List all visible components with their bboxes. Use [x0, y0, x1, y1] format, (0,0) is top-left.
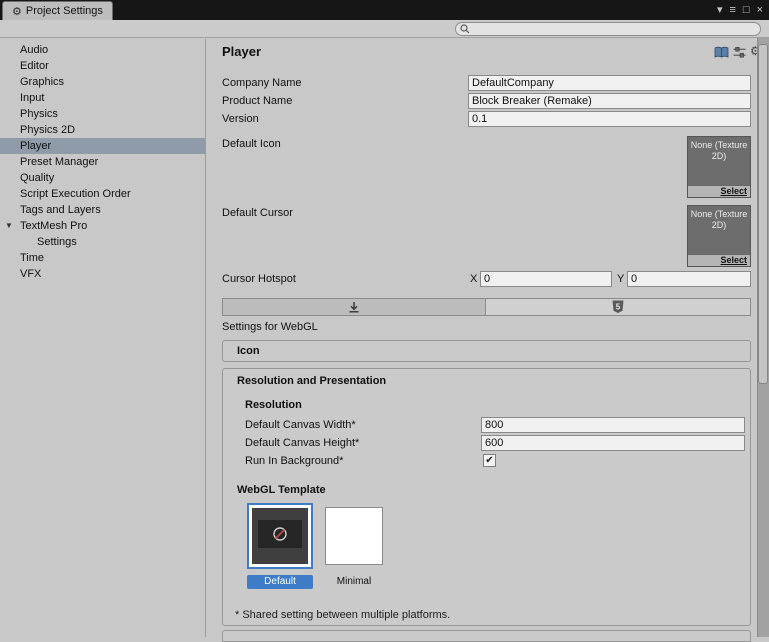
foldout-expanded-icon[interactable]: ▼: [5, 218, 13, 234]
sidebar-divider: [205, 39, 206, 637]
shared-setting-footnote: * Shared setting between multiple platfo…: [235, 609, 451, 621]
sidebar-item-label: TextMesh Pro: [20, 220, 88, 232]
icon-section-header[interactable]: Icon: [222, 340, 751, 362]
tab-label: Project Settings: [25, 5, 103, 17]
company-name-input[interactable]: [468, 75, 751, 91]
default-template-preview: [252, 508, 308, 564]
product-name-label: Product Name: [222, 95, 293, 107]
icon-section-title: Icon: [237, 345, 260, 357]
webgl-template-minimal-thumbnail[interactable]: [325, 507, 383, 565]
select-cursor-button[interactable]: Select: [688, 254, 750, 266]
window-menu-icon[interactable]: ≡: [729, 2, 735, 18]
platform-tab-download[interactable]: [222, 298, 486, 316]
webgl-template-title: WebGL Template: [237, 484, 326, 496]
settings-for-platform-label: Settings for WebGL: [222, 321, 318, 333]
default-icon-object-field[interactable]: None (Texture 2D) Select: [687, 136, 751, 198]
sidebar-item-editor[interactable]: Editor: [0, 58, 205, 74]
company-name-label: Company Name: [222, 77, 302, 89]
tab-project-settings[interactable]: ⚙ Project Settings: [2, 1, 113, 20]
default-icon-label: Default Icon: [222, 138, 281, 150]
template-minimal-label[interactable]: Minimal: [325, 576, 383, 587]
search-field[interactable]: [455, 22, 761, 36]
template-default-label[interactable]: Default: [247, 575, 313, 589]
sidebar-item-audio[interactable]: Audio: [0, 42, 205, 58]
webgl-template-default-thumbnail[interactable]: [247, 503, 313, 569]
run-in-background-checkbox[interactable]: ✔: [483, 454, 496, 467]
canvas-width-label: Default Canvas Width*: [245, 419, 356, 431]
cursor-hotspot-label: Cursor Hotspot: [222, 273, 296, 285]
svg-text:5: 5: [616, 303, 621, 312]
search-icon: [460, 24, 470, 34]
sidebar-item-graphics[interactable]: Graphics: [0, 74, 205, 90]
presets-icon[interactable]: [733, 46, 746, 59]
window-titlebar: ⚙ Project Settings ▾ ≡ □ ×: [0, 0, 769, 20]
default-cursor-label: Default Cursor: [222, 207, 293, 219]
sidebar-item-quality[interactable]: Quality: [0, 170, 205, 186]
maximize-icon[interactable]: □: [743, 2, 750, 18]
settings-category-list: Audio Editor Graphics Input Physics Phys…: [0, 42, 205, 282]
object-none-label: None (Texture 2D): [690, 209, 748, 230]
sidebar-item-player[interactable]: Player: [0, 138, 205, 154]
sidebar-item-textmesh-pro[interactable]: ▼ TextMesh Pro: [0, 218, 205, 234]
version-input[interactable]: [468, 111, 751, 127]
manual-book-icon[interactable]: [714, 46, 729, 59]
canvas-height-input[interactable]: [481, 435, 745, 451]
close-icon[interactable]: ×: [757, 2, 763, 18]
hotspot-y-input[interactable]: [627, 271, 751, 287]
vertical-scrollbar-thumb[interactable]: [758, 44, 768, 384]
run-in-background-label: Run In Background*: [245, 455, 344, 467]
resolution-presentation-section: Resolution and Presentation Resolution D…: [222, 368, 751, 626]
project-settings-gear-icon: ⚙: [12, 5, 22, 18]
select-icon-button[interactable]: Select: [688, 185, 750, 197]
download-icon: [349, 302, 359, 313]
canvas-height-label: Default Canvas Height*: [245, 437, 360, 449]
checkmark-icon: ✔: [485, 455, 494, 466]
hotspot-y-label: Y: [617, 273, 625, 285]
canvas-width-input[interactable]: [481, 417, 745, 433]
sidebar-item-preset-manager[interactable]: Preset Manager: [0, 154, 205, 170]
product-name-input[interactable]: [468, 93, 751, 109]
sidebar-item-script-execution-order[interactable]: Script Execution Order: [0, 186, 205, 202]
page-title: Player: [222, 44, 262, 59]
object-none-label: None (Texture 2D): [690, 140, 748, 161]
version-label: Version: [222, 113, 259, 125]
platform-tab-webgl[interactable]: 5: [485, 298, 751, 316]
resolution-section-title[interactable]: Resolution and Presentation: [237, 375, 386, 387]
html5-webgl-icon: 5: [612, 300, 624, 313]
next-section-header-partial[interactable]: [222, 630, 751, 642]
dropdown-caret-icon[interactable]: ▾: [717, 2, 723, 18]
hotspot-x-label: X: [470, 273, 478, 285]
search-input[interactable]: [473, 23, 756, 35]
resolution-subsection-title: Resolution: [245, 399, 302, 411]
window-controls: ▾ ≡ □ ×: [717, 2, 763, 18]
sidebar-item-tags-and-layers[interactable]: Tags and Layers: [0, 202, 205, 218]
sidebar-item-vfx[interactable]: VFX: [0, 266, 205, 282]
sidebar-item-input[interactable]: Input: [0, 90, 205, 106]
hotspot-x-input[interactable]: [480, 271, 612, 287]
sidebar-item-time[interactable]: Time: [0, 250, 205, 266]
sidebar-item-physics-2d[interactable]: Physics 2D: [0, 122, 205, 138]
sidebar-item-physics[interactable]: Physics: [0, 106, 205, 122]
sidebar-item-textmesh-settings[interactable]: Settings: [0, 234, 205, 250]
default-cursor-object-field[interactable]: None (Texture 2D) Select: [687, 205, 751, 267]
